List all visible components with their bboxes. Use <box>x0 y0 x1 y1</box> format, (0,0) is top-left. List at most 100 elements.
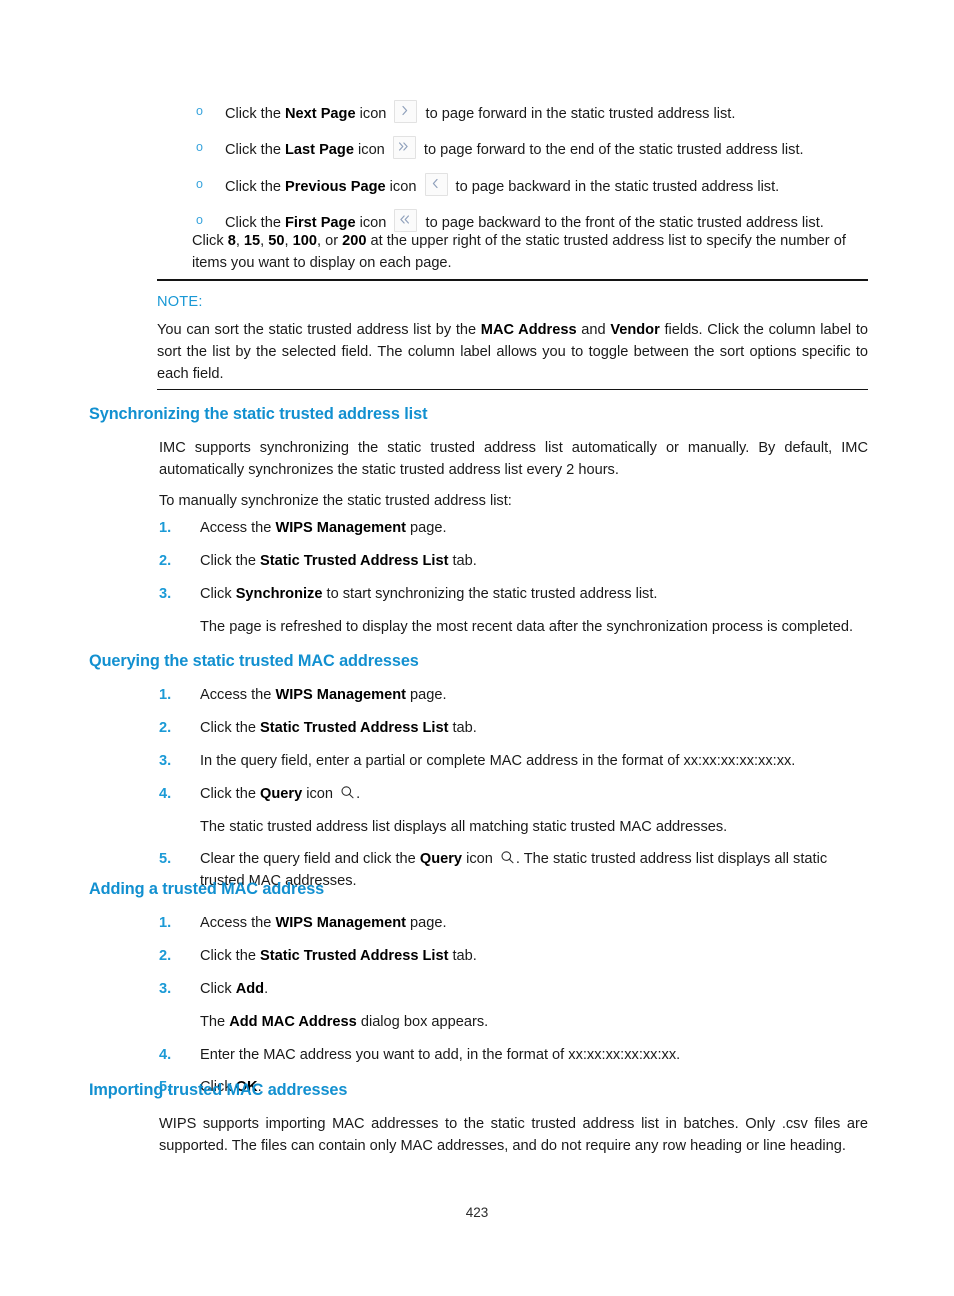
text-mid: icon <box>302 785 338 802</box>
step-number: 1. <box>159 687 172 703</box>
list-item-text: Click the Previous Page icon to page bac… <box>225 172 780 196</box>
note-box: NOTE: You can sort the static trusted ad… <box>157 279 868 390</box>
list-item: o Click the Previous Page icon to page b… <box>192 172 870 199</box>
text-bold: First Page <box>285 215 356 232</box>
text-lead: Click the <box>225 178 286 195</box>
wips-management-ref: WIPS Management <box>275 915 406 931</box>
text-tail: to start synchronizing the static truste… <box>322 585 658 602</box>
step-item: 1. Access the WIPS Management page. <box>159 518 869 540</box>
synchronizing-leadin: To manually synchronize the static trust… <box>159 493 512 509</box>
page-size-15: 15 <box>243 233 261 249</box>
step-item: 4. Enter the MAC address you want to add… <box>159 1045 869 1067</box>
add-button-ref: Add <box>235 980 265 997</box>
search-icon[interactable] <box>340 785 355 800</box>
text-lead: Click the <box>225 106 286 122</box>
text-lead: Access the <box>200 915 276 931</box>
note-body: You can sort the static trusted address … <box>157 319 868 388</box>
page-size-50: 50 <box>268 233 285 249</box>
text-sep: , <box>284 233 293 249</box>
synchronize-button-ref: Synchronize <box>235 585 323 602</box>
column-mac-address: MAC Address <box>480 322 577 338</box>
bullet-marker: o <box>196 213 203 228</box>
text-lead: Click the <box>200 552 261 569</box>
column-vendor: Vendor <box>610 322 660 338</box>
text-bold: Next Page <box>285 106 356 122</box>
document-page: o Click the Next Page icon to page forwa… <box>0 0 954 1296</box>
chevron-left-icon[interactable] <box>424 172 448 196</box>
wips-management-ref: WIPS Management <box>275 687 406 703</box>
text-lead: Click the <box>225 215 286 232</box>
step-item: 1. Access the WIPS Management page. <box>159 913 869 935</box>
text-mid: icon <box>355 106 391 122</box>
text-bold: Previous Page <box>285 178 386 195</box>
text-sep: , or <box>316 233 343 249</box>
step-number: 3. <box>159 980 172 997</box>
bullet-marker: o <box>196 104 203 118</box>
importing-intro: WIPS supports importing MAC addresses to… <box>159 1116 868 1155</box>
text-tail: dialog box appears. <box>356 1013 489 1030</box>
text-tail: to page backward in the static trusted a… <box>451 178 780 195</box>
text-tail: tab. <box>448 719 477 736</box>
chevron-double-right-icon[interactable] <box>392 136 416 160</box>
page-size-100: 100 <box>292 233 317 249</box>
text-lead: Clear the query field and click the <box>200 851 420 868</box>
section-heading-adding: Adding a trusted MAC address <box>89 880 325 898</box>
text-tail: tab. <box>448 552 477 569</box>
static-trusted-address-list-tab-ref: Static Trusted Address List <box>260 552 449 569</box>
step-number: 3. <box>159 752 172 769</box>
text-lead: Click <box>200 980 236 997</box>
step-item: 4. Click the Query icon . The static tru… <box>159 784 869 839</box>
step-item: 3. In the query field, enter a partial o… <box>159 751 869 773</box>
chevron-right-icon[interactable] <box>394 100 418 123</box>
step-text: Enter the MAC address you want to add, i… <box>200 1046 681 1063</box>
list-item-text: Click the Last Page icon to page forward… <box>225 136 804 160</box>
text-tail: . <box>356 785 361 802</box>
chevron-double-left-icon[interactable] <box>394 209 418 233</box>
synchronizing-intro: IMC supports synchronizing the static tr… <box>159 440 868 479</box>
step-text: Click Add. <box>200 981 268 997</box>
step-number: 5. <box>159 851 172 868</box>
text-lead: Click the <box>200 947 261 964</box>
step-number: 2. <box>159 947 172 964</box>
step-item: 1. Access the WIPS Management page. <box>159 685 869 707</box>
page-size-200: 200 <box>342 233 367 249</box>
step-text: Click the Static Trusted Address List ta… <box>200 948 477 964</box>
text-lead: The <box>200 1013 230 1030</box>
note-label: NOTE: <box>157 294 203 310</box>
text-tail: page. <box>406 520 447 536</box>
text-lead: Click the <box>200 785 261 802</box>
synchronizing-steps: 1. Access the WIPS Management page. 2. C… <box>159 518 869 639</box>
text-tail: . <box>264 980 269 997</box>
step-number: 2. <box>159 552 172 569</box>
step-number: 2. <box>159 719 172 736</box>
text-lead: Click <box>192 233 228 249</box>
text-lead: Access the <box>200 687 276 703</box>
step-text: Access the WIPS Management page. <box>200 520 447 536</box>
step-item: 2. Click the Static Trusted Address List… <box>159 946 869 968</box>
search-icon[interactable] <box>500 850 515 865</box>
text-mid: icon <box>462 851 497 868</box>
section-heading-synchronizing: Synchronizing the static trusted address… <box>89 405 428 423</box>
list-item: o Click the Last Page icon to page forwa… <box>192 136 870 162</box>
page-size-paragraph: Click 8, 15, 50, 100, or 200 at the uppe… <box>192 230 868 275</box>
query-icon-ref: Query <box>260 785 303 802</box>
step-note: The page is refreshed to display the mos… <box>200 618 854 635</box>
text-lead: Access the <box>200 520 276 536</box>
step-text: Click the Static Trusted Address List ta… <box>200 553 477 569</box>
bullet-marker: o <box>196 140 203 155</box>
section-heading-importing: Importing trusted MAC addresses <box>89 1081 348 1099</box>
text-tail: to page backward to the front of the sta… <box>421 215 824 232</box>
text-mid: icon <box>385 178 421 195</box>
step-text: Access the WIPS Management page. <box>200 915 447 931</box>
text-sep: , <box>235 233 244 249</box>
add-mac-address-dialog-ref: Add MAC Address <box>229 1013 357 1030</box>
text-bold: Last Page <box>285 142 354 159</box>
note-bottom-divider <box>157 388 868 390</box>
step-text: Click the Query icon . <box>200 786 360 802</box>
step-number: 3. <box>159 585 172 602</box>
step-note: The Add MAC Address dialog box appears. <box>200 1012 869 1034</box>
list-item-text: Click the Next Page icon to page forward… <box>225 100 735 123</box>
static-trusted-address-list-tab-ref: Static Trusted Address List <box>260 947 449 964</box>
list-item: o Click the Next Page icon to page forwa… <box>192 100 870 126</box>
step-item: 3. Click Synchronize to start synchroniz… <box>159 584 869 639</box>
